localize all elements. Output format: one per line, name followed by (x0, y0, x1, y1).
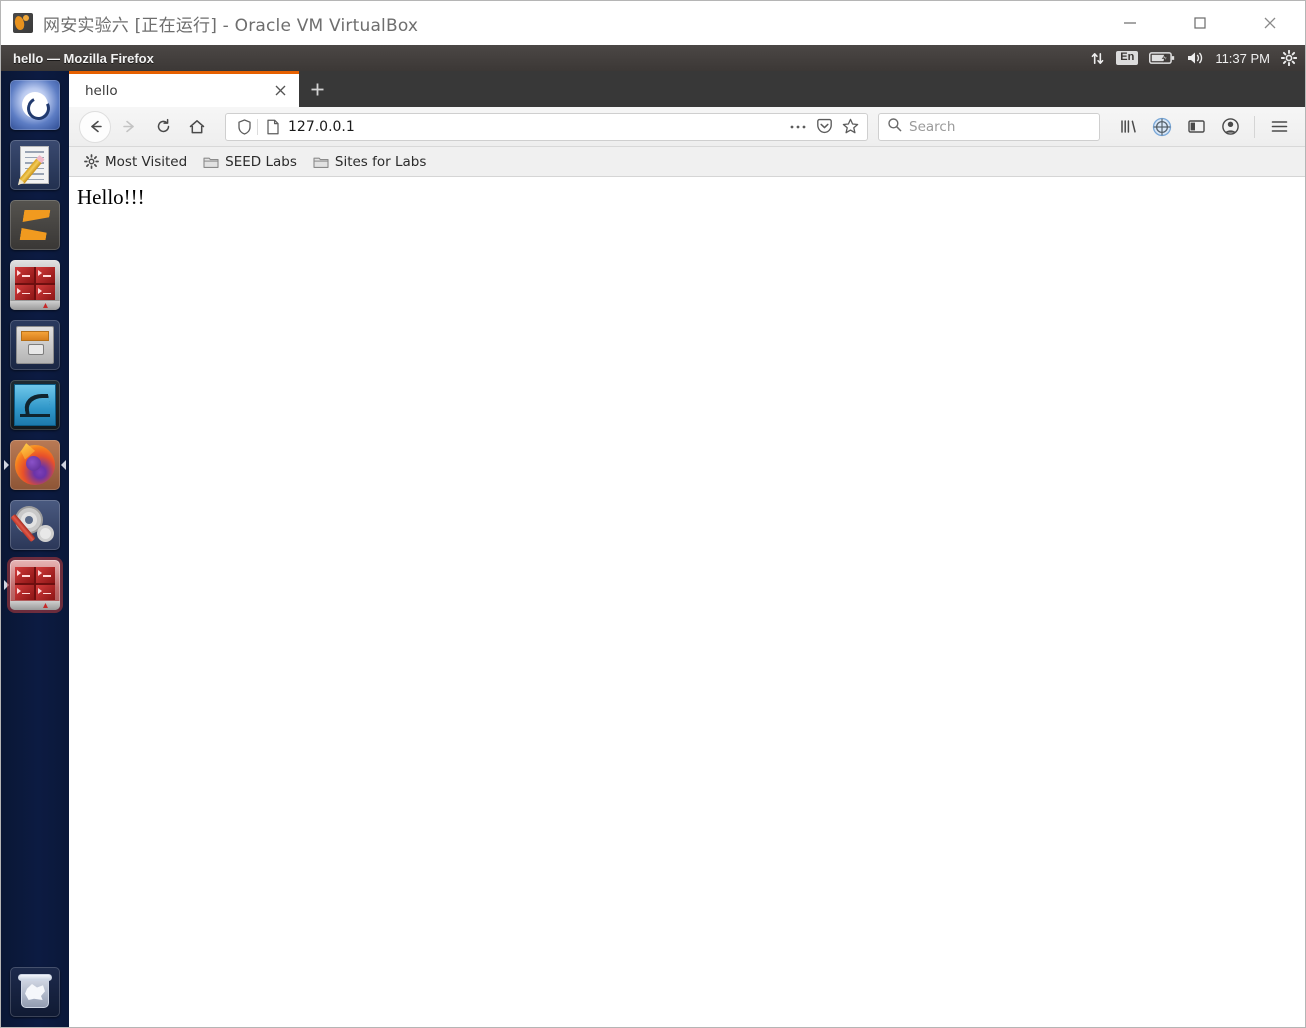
navigation-toolbar: 127.0.0.1 Search (69, 107, 1305, 147)
launcher-item-dash-home[interactable] (8, 78, 62, 132)
launcher-item-terminal-window[interactable] (4, 558, 62, 612)
battery-charging-icon[interactable] (1149, 51, 1175, 65)
url-bar[interactable]: 127.0.0.1 (225, 112, 868, 141)
tab-hello[interactable]: hello (69, 71, 299, 107)
gear-icon (83, 154, 99, 170)
page-body-text: Hello!!! (77, 185, 145, 209)
keyboard-layout-indicator[interactable]: En (1116, 51, 1139, 65)
launcher-item-trash[interactable] (8, 965, 62, 1019)
virtualbox-window: 网安实验六 [正在运行] - Oracle VM VirtualBox hell… (0, 0, 1306, 1028)
forward-arrow-icon (113, 112, 145, 142)
page-content: Hello!!! (69, 177, 1305, 1027)
firefox-icon (10, 440, 60, 490)
launcher-item-firefox[interactable] (4, 438, 66, 492)
url-text: 127.0.0.1 (288, 118, 355, 135)
ellipsis-icon[interactable] (785, 114, 811, 140)
launcher-item-sublime-text[interactable] (8, 198, 62, 252)
search-bar[interactable]: Search (878, 112, 1100, 141)
tab-strip: hello (69, 71, 1305, 107)
network-arrows-icon[interactable] (1090, 51, 1105, 66)
unity-launcher (1, 71, 69, 1027)
launcher-item-terminal[interactable] (8, 258, 62, 312)
bookmark-seed-labs[interactable]: SEED Labs (203, 154, 297, 170)
minimize-button[interactable] (1095, 1, 1165, 45)
bookmark-sites-for-labs[interactable]: Sites for Labs (313, 153, 427, 170)
close-icon[interactable] (269, 80, 291, 102)
document-pencil-icon (10, 140, 60, 190)
launcher-item-system-settings[interactable] (8, 498, 62, 552)
folder-icon (203, 154, 219, 170)
back-arrow-icon[interactable] (79, 110, 111, 143)
page-info-icon[interactable] (264, 119, 282, 135)
new-tab-button[interactable] (299, 73, 335, 105)
gear-wrench-icon (10, 500, 60, 550)
file-cabinet-icon (10, 320, 60, 370)
desktop-body: hello 127.0.0.1 Search Most Visited SEED… (1, 71, 1305, 1027)
hamburger-menu-icon[interactable] (1263, 112, 1295, 142)
launcher-item-wireshark[interactable] (8, 378, 62, 432)
toolbar-divider (1254, 115, 1255, 138)
panel-window-title: hello — Mozilla Firefox (13, 50, 154, 66)
pocket-icon[interactable] (811, 114, 837, 140)
bookmark-label: Most Visited (105, 153, 188, 170)
sidebar-toggle-icon[interactable] (1180, 112, 1212, 142)
tracking-protection-shield-icon[interactable] (234, 118, 254, 135)
panel-indicators: En 11:37 PM (1090, 45, 1297, 71)
window-controls (1095, 1, 1305, 45)
search-input[interactable]: Search (909, 119, 955, 135)
launcher-item-files[interactable] (8, 318, 62, 372)
bookmarks-toolbar: Most Visited SEED Labs Sites for Labs (69, 147, 1305, 177)
bookmark-label: Sites for Labs (334, 153, 427, 170)
account-avatar-icon[interactable] (1214, 112, 1246, 142)
home-icon[interactable] (181, 112, 213, 142)
firefox-window: hello 127.0.0.1 Search Most Visited SEED… (69, 71, 1305, 1027)
bookmark-label: SEED Labs (225, 153, 297, 170)
host-title-bar: 网安实验六 [正在运行] - Oracle VM VirtualBox (1, 1, 1305, 45)
trash-bin-icon (10, 967, 60, 1017)
volume-icon[interactable] (1186, 50, 1204, 66)
reload-icon[interactable] (147, 112, 179, 142)
terminal-icon (10, 260, 60, 310)
sync-circle-icon[interactable] (1146, 112, 1178, 142)
launcher-item-text-editor[interactable] (8, 138, 62, 192)
ubuntu-logo-icon (10, 80, 60, 130)
library-icon[interactable] (1112, 112, 1144, 142)
sublime-s-icon (10, 200, 60, 250)
host-window-title: 网安实验六 [正在运行] - Oracle VM VirtualBox (43, 15, 419, 36)
guest-screen: hello — Mozilla Firefox En 11:37 PM hell… (1, 45, 1305, 1027)
star-icon[interactable] (837, 114, 863, 140)
toolbar-right-buttons (1112, 112, 1295, 142)
unity-top-panel: hello — Mozilla Firefox En 11:37 PM (1, 45, 1305, 71)
wireshark-fin-icon (10, 380, 60, 430)
search-icon (887, 117, 902, 137)
folder-icon (313, 154, 329, 170)
bookmark-most-visited[interactable]: Most Visited (83, 154, 187, 170)
virtualbox-icon (13, 13, 33, 33)
url-separator (257, 118, 258, 135)
maximize-button[interactable] (1165, 1, 1235, 45)
terminal-icon (10, 560, 60, 610)
tab-title: hello (85, 82, 118, 99)
close-button[interactable] (1235, 1, 1305, 45)
session-gear-icon[interactable] (1281, 50, 1297, 66)
clock-indicator[interactable]: 11:37 PM (1215, 51, 1270, 66)
